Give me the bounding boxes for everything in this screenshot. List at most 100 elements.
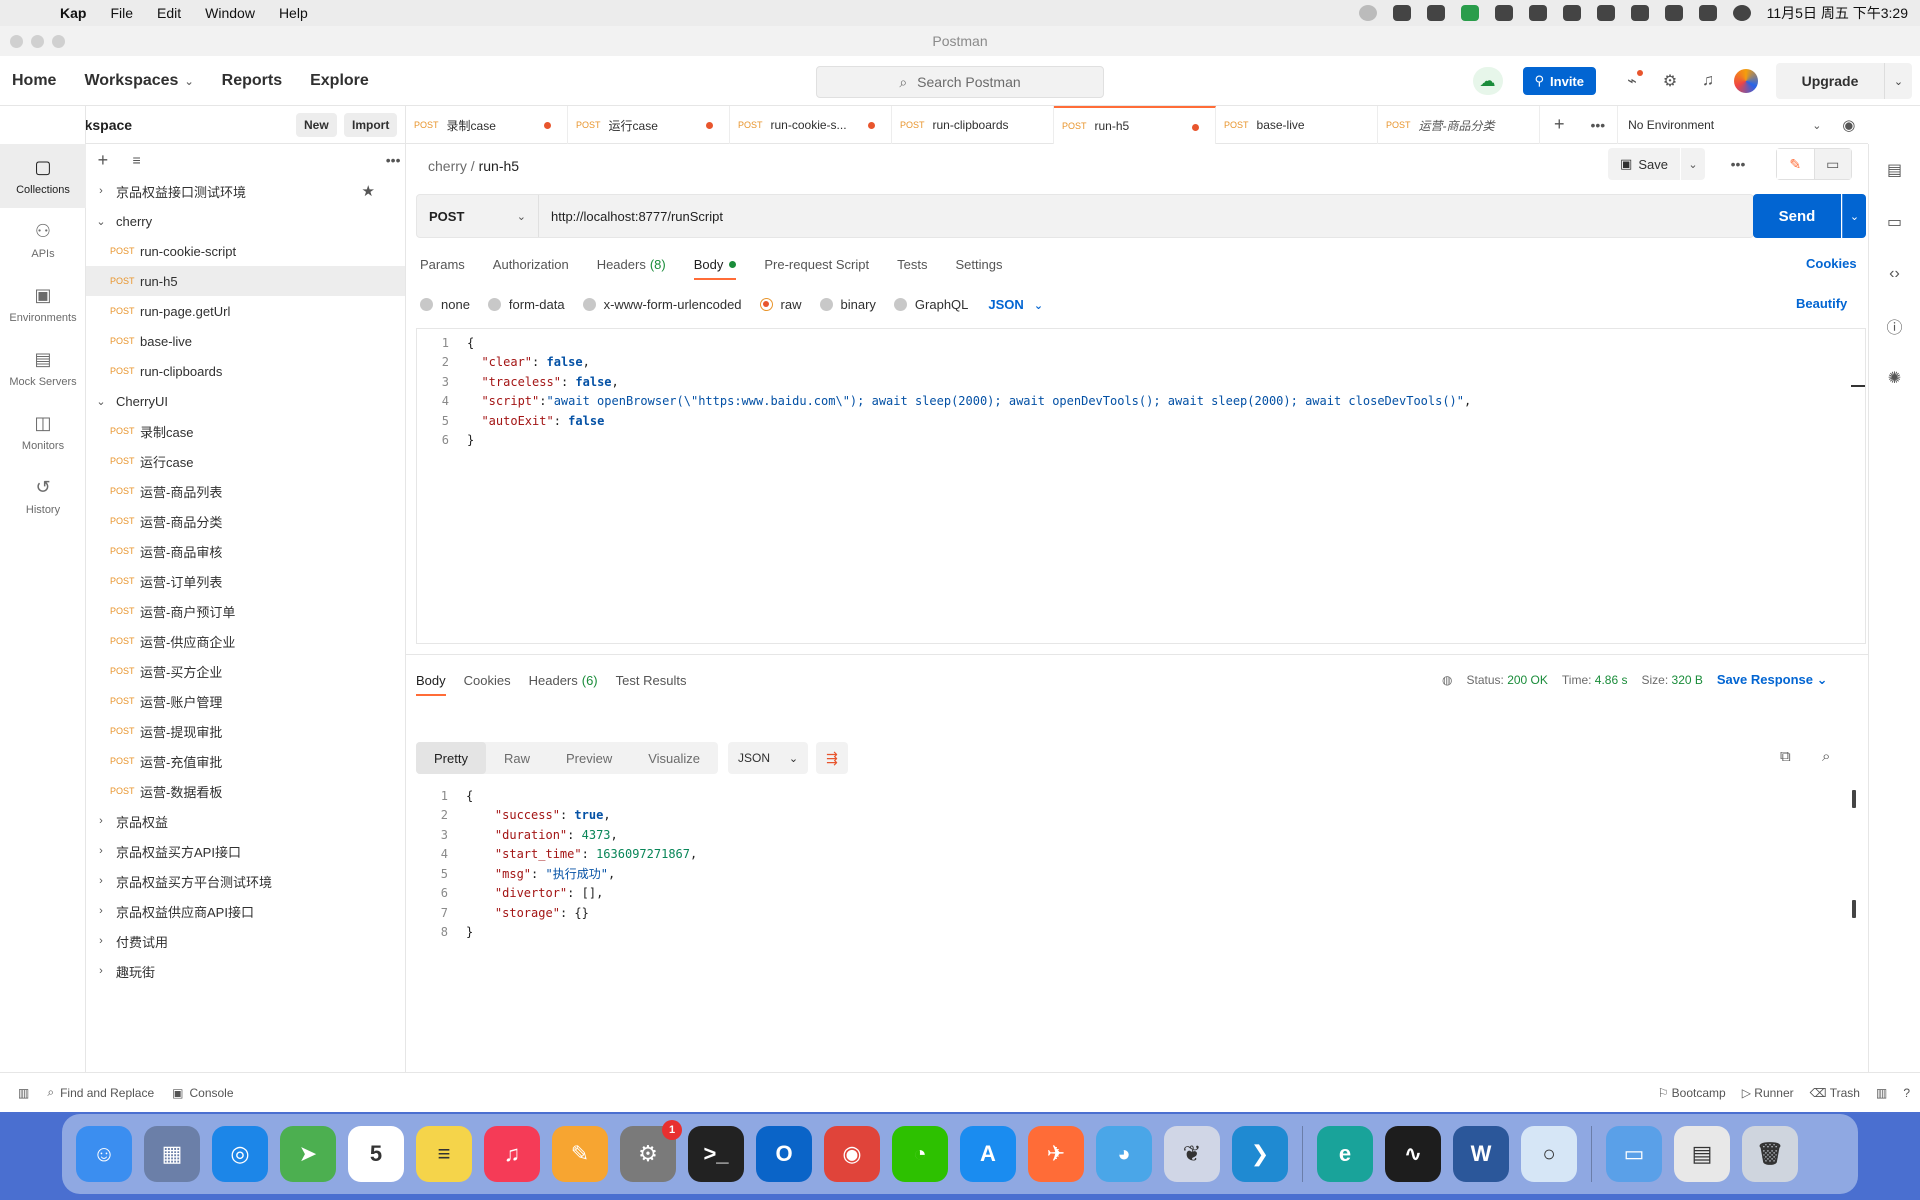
- system-preferences-icon[interactable]: ⚙ 1: [620, 1120, 682, 1182]
- toggle-sidebar-icon[interactable]: ▥: [18, 1086, 29, 1100]
- nav-reports[interactable]: Reports: [222, 72, 282, 90]
- folder-icon[interactable]: ▭: [1606, 1126, 1662, 1182]
- format-pretty[interactable]: Pretty: [416, 742, 486, 774]
- tab-headers[interactable]: Headers (8): [597, 248, 666, 280]
- info-icon[interactable]: ⓘ: [1869, 300, 1920, 352]
- request-item[interactable]: POST 运营-买方企业: [86, 656, 405, 686]
- avatar[interactable]: [1734, 69, 1758, 93]
- response-tab-cookies[interactable]: Cookies: [464, 664, 511, 696]
- collection-folder[interactable]: › 京品权益接口测试环境 ★: [86, 176, 405, 206]
- request-item[interactable]: POST 运营-商品审核: [86, 536, 405, 566]
- calendar-icon[interactable]: 5: [348, 1126, 404, 1182]
- response-tab-headers[interactable]: Headers (6): [529, 664, 598, 696]
- collection-folder[interactable]: › 京品权益: [86, 806, 405, 836]
- url-input[interactable]: http://localhost:8777/runScript: [539, 195, 1753, 237]
- request-item[interactable]: POST 运营-充值审批: [86, 746, 405, 776]
- request-item[interactable]: POST 录制case: [86, 416, 405, 446]
- input-method-icon[interactable]: [1562, 5, 1581, 21]
- collection-folder[interactable]: › 趣玩街: [86, 956, 405, 986]
- breadcrumb-parent[interactable]: cherry: [428, 158, 467, 174]
- request-item[interactable]: POST 运营-商户预订单: [86, 596, 405, 626]
- chat-status-icon[interactable]: [1494, 5, 1513, 21]
- request-more-icon[interactable]: •••: [1722, 148, 1754, 180]
- eset-icon[interactable]: e: [1317, 1126, 1373, 1182]
- bell-icon[interactable]: ♫: [1696, 69, 1720, 93]
- comments-icon[interactable]: ▭: [1869, 196, 1920, 248]
- help-icon[interactable]: ?: [1903, 1086, 1910, 1100]
- activity-monitor-icon[interactable]: ∿: [1385, 1126, 1441, 1182]
- code-icon[interactable]: ‹›: [1869, 248, 1920, 300]
- status-circle-icon[interactable]: [1358, 5, 1377, 21]
- tab-params[interactable]: Params: [420, 248, 465, 280]
- documentation-icon[interactable]: ▤: [1869, 144, 1920, 196]
- environment-select[interactable]: No Environment ⌄: [1617, 106, 1829, 144]
- request-item[interactable]: POST 运营-数据看板: [86, 776, 405, 806]
- word-icon[interactable]: W: [1453, 1126, 1509, 1182]
- request-tab[interactable]: POST 运行case: [568, 106, 730, 144]
- control-center-icon[interactable]: [1698, 5, 1717, 21]
- menu-help[interactable]: Help: [279, 5, 308, 21]
- body-type-binary[interactable]: binary: [819, 297, 876, 312]
- pencil-icon[interactable]: ✎: [1777, 149, 1815, 179]
- runner-button[interactable]: ▷ Runner: [1742, 1086, 1794, 1100]
- eset-status-icon[interactable]: [1460, 5, 1479, 21]
- request-item[interactable]: POST 运营-供应商企业: [86, 626, 405, 656]
- wps-status-icon[interactable]: [1426, 5, 1445, 21]
- eye-icon[interactable]: ◉: [1829, 106, 1868, 143]
- save-chevron-icon[interactable]: ⌄: [1681, 148, 1705, 180]
- upgrade-button[interactable]: Upgrade: [1776, 63, 1884, 99]
- request-item[interactable]: POST run-cookie-script: [86, 236, 405, 266]
- request-item[interactable]: POST 运营-订单列表: [86, 566, 405, 596]
- collection-folder[interactable]: › 京品权益买方平台测试环境: [86, 866, 405, 896]
- request-tab[interactable]: POST run-h5: [1054, 106, 1216, 144]
- body-type-form-data[interactable]: form-data: [487, 297, 565, 312]
- tab-tests[interactable]: Tests: [897, 248, 927, 280]
- body-type-none[interactable]: none: [420, 297, 470, 312]
- appstore-icon[interactable]: A: [960, 1126, 1016, 1182]
- save-response-button[interactable]: Save Response ⌄: [1717, 672, 1828, 688]
- request-tab[interactable]: POST run-cookie-s...: [730, 106, 892, 144]
- siri-icon[interactable]: [1732, 5, 1751, 21]
- format-preview[interactable]: Preview: [548, 742, 630, 774]
- star-icon[interactable]: ★: [362, 182, 375, 200]
- tab-body[interactable]: Body: [693, 248, 737, 280]
- menu-app-name[interactable]: Kap: [60, 5, 86, 21]
- filter-input[interactable]: [153, 148, 381, 172]
- rail-item-collections[interactable]: ▢ Collections: [0, 144, 86, 208]
- trash-button[interactable]: ⌫ Trash: [1810, 1086, 1860, 1100]
- filter-icon[interactable]: ≡: [120, 152, 154, 168]
- wechat-status-icon[interactable]: [1528, 5, 1547, 21]
- battery-icon[interactable]: [1596, 5, 1615, 21]
- request-tab[interactable]: POST 录制case: [406, 106, 568, 144]
- new-button[interactable]: New: [296, 113, 337, 137]
- search-response-icon[interactable]: ⌕: [1822, 748, 1830, 765]
- copy-icon[interactable]: ⧉: [1780, 748, 1791, 765]
- menubar-clock[interactable]: 11月5日 周五 下午3:29: [1767, 3, 1908, 23]
- collection-folder[interactable]: › 付费试用: [86, 926, 405, 956]
- satellite-icon[interactable]: ⌁: [1620, 69, 1644, 93]
- response-body[interactable]: 1{2 "success": true, 3 "duration": 4373, 4…: [416, 786, 1866, 1072]
- rail-item-apis[interactable]: ⚇ APIs: [0, 208, 86, 272]
- collection-folder[interactable]: ⌄ CherryUI: [86, 386, 405, 416]
- lightbulb-icon[interactable]: ✺: [1869, 352, 1920, 404]
- cherry-status-icon[interactable]: [1392, 5, 1411, 21]
- tab-pre-request-script[interactable]: Pre-request Script: [764, 248, 869, 280]
- tab-settings[interactable]: Settings: [955, 248, 1002, 280]
- body-code-editor[interactable]: 1{2 "clear": false, 3 "traceless": false,…: [416, 328, 1866, 644]
- cookies-link[interactable]: Cookies: [1806, 256, 1857, 271]
- bootcamp-button[interactable]: ⚐ Bootcamp: [1658, 1086, 1726, 1100]
- trash-icon[interactable]: 🗑: [1742, 1126, 1798, 1182]
- request-item[interactable]: POST 运营-商品分类: [86, 506, 405, 536]
- response-tab-test-results[interactable]: Test Results: [616, 664, 687, 696]
- response-type-select[interactable]: JSON ⌄: [728, 742, 809, 774]
- pages-icon[interactable]: ✎: [552, 1126, 608, 1182]
- breadcrumb-current[interactable]: run-h5: [479, 158, 519, 174]
- request-tab[interactable]: POST base-live: [1216, 106, 1378, 144]
- cloud-sync-icon[interactable]: ☁: [1472, 67, 1503, 95]
- postman-icon[interactable]: ✈: [1028, 1126, 1084, 1182]
- send-chevron-icon[interactable]: ⌄: [1842, 194, 1866, 238]
- body-type-x-www-form-urlencoded[interactable]: x-www-form-urlencoded: [582, 297, 742, 312]
- request-tab[interactable]: POST run-clipboards: [892, 106, 1054, 144]
- globe-icon[interactable]: ◍: [1442, 673, 1452, 687]
- request-item[interactable]: POST run-h5: [86, 266, 405, 296]
